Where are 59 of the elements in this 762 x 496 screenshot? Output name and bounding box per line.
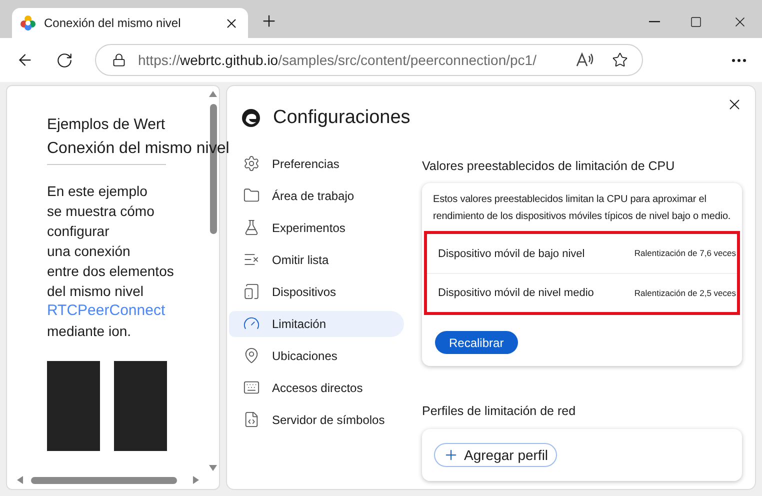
page-text-line: entre dos elementos	[47, 262, 175, 280]
network-section-heading: Perfiles de limitación de red	[422, 403, 577, 420]
minimize-icon	[649, 21, 660, 23]
sidebar-item[interactable]: Dispositivos	[229, 278, 404, 304]
horizontal-scrollbar[interactable]	[17, 476, 199, 484]
scroll-up-icon[interactable]	[209, 91, 217, 97]
read-aloud-icon[interactable]	[576, 52, 594, 68]
favicon-icon	[20, 15, 36, 31]
sidebar-item[interactable]: Ubicaciones	[229, 342, 404, 368]
keyboard-icon	[243, 379, 260, 396]
sidebar-item[interactable]: Servidor de símbolos	[229, 406, 404, 432]
page-text-line: se muestra cómo	[47, 202, 156, 220]
cpu-section-heading: Valores preestablecidos de limitación de CPU	[422, 158, 676, 175]
sidebar-item[interactable]: Preferencias	[229, 150, 404, 176]
page-text-line: En este ejemplo	[47, 182, 148, 200]
map-pin-icon	[243, 347, 260, 364]
scroll-down-icon[interactable]	[209, 465, 217, 471]
minimize-button[interactable]	[649, 21, 660, 23]
favorite-star-icon[interactable]	[612, 52, 628, 68]
browser-tab[interactable]: Conexión del mismo nivel	[12, 8, 248, 38]
sidebar-item[interactable]: Área de trabajo	[229, 182, 404, 208]
edge-logo-icon	[241, 108, 261, 128]
page-text-line: configurar	[47, 222, 110, 240]
flask-icon	[243, 219, 260, 236]
add-profile-button[interactable]: Agregar perfil	[434, 443, 558, 467]
page-text-line: del mismo nivel	[47, 282, 144, 300]
sidebar-item[interactable]: Limitación	[229, 310, 404, 336]
list-x-icon	[243, 251, 260, 268]
preset-name: Dispositivo móvil de bajo nivel	[438, 246, 586, 262]
sidebar-item[interactable]: Experimentos	[229, 214, 404, 240]
page-heading: Conexión del mismo nivel	[47, 138, 230, 158]
plus-icon	[443, 447, 459, 463]
file-code-icon	[243, 411, 260, 428]
cpu-description: Estos valores preestablecidos limitan la CPU para aproximar el rendimiento de los dispositivos móviles típicos de nivel bajo o medio.	[432, 193, 732, 224]
preset-value: Ralentización de 2,5 veces	[634, 286, 737, 300]
scroll-left-icon[interactable]	[17, 476, 23, 484]
settings-title: Configuraciones	[273, 106, 410, 130]
refresh-button[interactable]	[56, 52, 73, 68]
site-title: Ejemplos de Wert	[47, 115, 166, 135]
more-menu-button[interactable]	[732, 58, 746, 62]
tab-title: Conexión del mismo nivel	[44, 15, 182, 32]
more-icon	[732, 58, 746, 62]
sidebar-item[interactable]: Accesos directos	[229, 374, 404, 400]
sidebar-item[interactable]: Omitir lista	[229, 246, 404, 272]
page-text-line: una conexión	[47, 242, 132, 260]
devices-icon	[243, 283, 260, 300]
lock-icon	[112, 53, 126, 67]
gear-icon	[243, 155, 260, 172]
preset-value: Ralentización de 7,6 veces	[634, 247, 737, 260]
gauge-icon	[243, 315, 260, 332]
scroll-right-icon[interactable]	[193, 476, 200, 484]
maximize-button[interactable]	[690, 16, 702, 28]
maximize-icon	[690, 16, 702, 28]
address-bar[interactable]: https://webrtc.github.io/samples/src/content/peerconnection/pc1/	[95, 44, 643, 76]
preset-name: Dispositivo móvil de nivel medio	[438, 286, 595, 301]
page-text-line: mediante ion.	[47, 322, 132, 340]
folder-icon	[243, 187, 260, 204]
recalibrate-button[interactable]: Recalibrar	[435, 331, 518, 354]
url-text: https://webrtc.github.io/samples/src/content/peerconnection/pc1/	[138, 50, 538, 70]
